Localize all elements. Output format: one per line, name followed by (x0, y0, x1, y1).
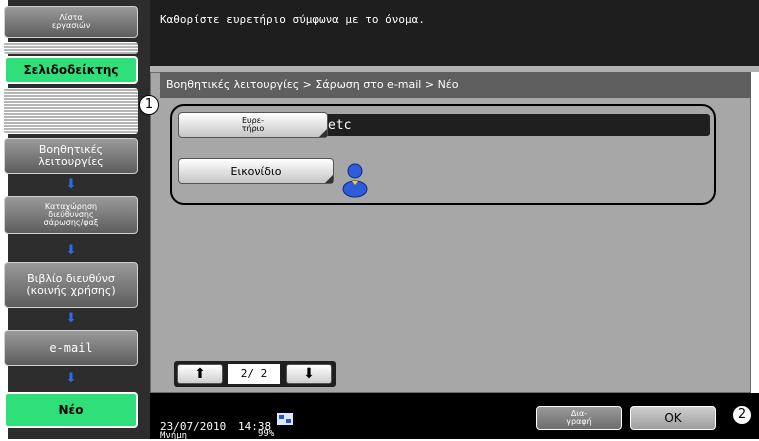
callout-2: 2 (732, 405, 752, 425)
down-arrow-icon: ⬇ (65, 371, 77, 386)
bookmark-button[interactable]: Σελιδοδείκτης (4, 56, 138, 84)
address-book-button[interactable]: Βιβλίο διευθύνσ (κοινής χρήσης) (4, 262, 138, 308)
down-arrow-icon: ⬇ (65, 177, 77, 192)
job-list-button[interactable]: Λίστα εργασιών (4, 6, 138, 38)
down-arrow-icon: ⬇ (303, 366, 315, 382)
person-icon (340, 162, 370, 198)
utility-button[interactable]: Βοηθητικές λειτουργίες (4, 138, 138, 174)
up-arrow-icon: ⬆ (194, 366, 206, 382)
memory-label: Μνήμη (160, 431, 188, 441)
callout-outline-ok (624, 400, 721, 436)
down-arrow-icon: ⬇ (65, 311, 77, 326)
register-scan-address-button[interactable]: Καταχώρηση διεύθυνσης σάρωσης/φαξ (4, 196, 138, 234)
page-up-button[interactable]: ⬆ (177, 364, 223, 384)
breadcrumb: Βοηθητικές λειτουργίες > Σάρωση στο e-ma… (160, 72, 751, 98)
page-down-button[interactable]: ⬇ (286, 364, 332, 384)
email-button[interactable]: e-mail (4, 330, 138, 366)
message-bar (150, 0, 759, 66)
instruction-message: Καθορίστε ευρετήριο σύμφωνα με το όνομα. (160, 13, 425, 26)
divider-stripes (4, 42, 138, 54)
delete-button[interactable]: Δια- γραφή (536, 406, 622, 430)
callout-1: 1 (139, 95, 159, 115)
memory-value: 99% (258, 429, 275, 439)
new-button[interactable]: Νέο (4, 392, 138, 428)
index-value[interactable]: etc (318, 114, 710, 136)
network-icon (277, 410, 293, 425)
page-indicator: 2/ 2 (228, 364, 280, 384)
index-button[interactable]: Ευρε- τήριο (178, 112, 328, 138)
down-arrow-icon: ⬇ (65, 243, 77, 258)
divider-stripes (4, 88, 138, 134)
icon-button[interactable]: Εικονίδιο (178, 158, 334, 184)
